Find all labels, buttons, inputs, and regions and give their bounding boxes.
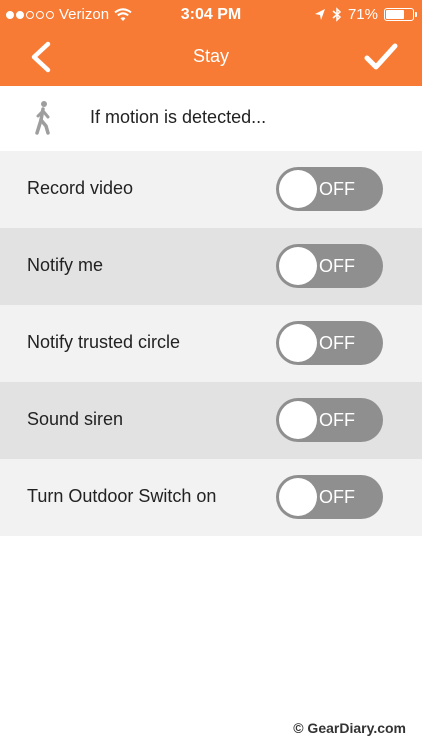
record-video-toggle[interactable]: OFF	[276, 167, 383, 211]
bluetooth-icon	[332, 7, 342, 22]
toggle-state: OFF	[319, 333, 355, 353]
nav-bar: Stay	[0, 30, 422, 86]
setting-row-outdoor-switch: Turn Outdoor Switch on OFF	[0, 459, 422, 536]
battery-tip	[415, 12, 417, 17]
toggle-knob	[279, 324, 317, 362]
location-arrow-icon	[314, 8, 325, 20]
header: Verizon 3:04 PM 71% Stay	[0, 0, 422, 86]
battery-fill	[386, 10, 404, 19]
walking-person-icon	[35, 101, 50, 135]
watermark: © GearDiary.com	[293, 720, 406, 736]
page-title: Stay	[192, 46, 230, 66]
setting-row-notify-me: Notify me OFF	[0, 228, 422, 305]
outdoor-switch-toggle[interactable]: OFF	[276, 475, 383, 519]
notify-trusted-circle-toggle[interactable]: OFF	[276, 321, 383, 365]
battery-percent: 71%	[347, 6, 378, 23]
battery-icon	[384, 8, 417, 21]
setting-row-notify-trusted-circle: Notify trusted circle OFF	[0, 305, 422, 382]
setting-label: Sound siren	[27, 409, 124, 429]
trigger-text: If motion is detected...	[90, 107, 267, 127]
toggle-knob	[279, 478, 317, 516]
toggle-state: OFF	[319, 487, 355, 507]
trigger-row: If motion is detected...	[0, 86, 422, 151]
toggle-knob	[279, 247, 317, 285]
setting-row-record-video: Record video OFF	[0, 151, 422, 228]
status-right: 71%	[314, 6, 417, 23]
toggle-state: OFF	[319, 256, 355, 276]
toggle-knob	[279, 170, 317, 208]
notify-me-toggle[interactable]: OFF	[276, 244, 383, 288]
toggle-state: OFF	[319, 179, 355, 199]
checkmark-icon	[364, 43, 398, 70]
status-bar: Verizon 3:04 PM 71%	[0, 0, 422, 30]
toggle-knob	[279, 401, 317, 439]
setting-label: Notify me	[27, 255, 104, 275]
confirm-button[interactable]	[362, 40, 400, 74]
setting-label: Record video	[27, 178, 134, 198]
sound-siren-toggle[interactable]: OFF	[276, 398, 383, 442]
toggle-state: OFF	[319, 410, 355, 430]
setting-label: Notify trusted circle	[27, 332, 181, 352]
setting-label: Turn Outdoor Switch on	[27, 486, 217, 506]
setting-row-sound-siren: Sound siren OFF	[0, 382, 422, 459]
